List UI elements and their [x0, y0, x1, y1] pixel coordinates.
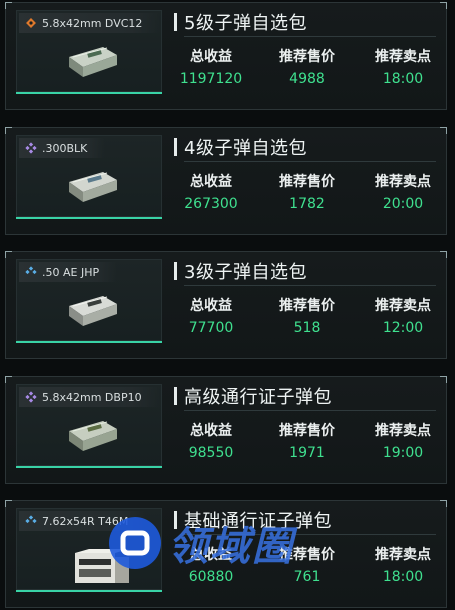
ammo-tag-label: .300BLK [42, 141, 88, 155]
stat-value: 12:00 [382, 320, 424, 336]
ammo-box-image [69, 296, 117, 326]
stat-label: 推荐售价 [279, 174, 335, 190]
pack-card[interactable]: 5.8x42mm DVC12 5级子弹自选包 总收益 1197120 推荐售价 … [5, 2, 447, 110]
pack-title: 3级子弹自选包 [184, 262, 307, 283]
title-divider [184, 410, 436, 411]
stat-recommended-price: 推荐售价 1782 [257, 172, 357, 214]
thumb-accent-line [16, 92, 162, 94]
title-divider [184, 161, 436, 162]
pack-title: 4级子弹自选包 [184, 138, 307, 159]
thumb-accent-line [16, 341, 162, 343]
ammo-box-image [69, 47, 117, 77]
item-thumbnail[interactable]: 7.62x54R T46M [16, 508, 162, 590]
ammo-tag: 5.8x42mm DBP10 [19, 387, 160, 407]
stat-value: 18:00 [382, 569, 424, 585]
stat-label: 推荐售价 [279, 547, 335, 563]
title-divider [184, 285, 436, 286]
stat-value: 19:00 [382, 445, 424, 461]
stat-total-revenue: 总收益 98550 [161, 421, 261, 463]
ammo-tag-label: 5.8x42mm DVC12 [42, 16, 143, 30]
stat-label: 推荐卖点 [375, 547, 431, 563]
ammo-box-image [69, 172, 117, 202]
stat-label: 推荐卖点 [375, 298, 431, 314]
stat-value: 20:00 [382, 196, 424, 212]
stat-value: 518 [293, 320, 321, 336]
stat-label: 推荐卖点 [375, 423, 431, 439]
ammo-tag: 7.62x54R T46M [19, 511, 147, 531]
thumb-accent-line [16, 466, 162, 468]
stat-recommended-time: 推荐卖点 18:00 [353, 47, 453, 89]
stat-value: 1971 [289, 445, 325, 461]
ammo-tag-label: 5.8x42mm DBP10 [42, 390, 142, 404]
stat-label: 总收益 [190, 49, 232, 65]
thumb-accent-line [16, 590, 162, 592]
thumb-accent-line [16, 217, 162, 219]
purple-diamond-icon [25, 142, 37, 154]
stat-total-revenue: 总收益 77700 [161, 296, 261, 338]
title-bar-marker [174, 262, 177, 280]
stat-recommended-time: 推荐卖点 12:00 [353, 296, 453, 338]
stat-value: 267300 [184, 196, 238, 212]
ammo-box-image [69, 421, 117, 451]
stat-recommended-time: 推荐卖点 20:00 [353, 172, 453, 214]
pack-title: 基础通行证子弹包 [184, 511, 332, 532]
purple-diamond-icon [25, 391, 37, 403]
title-bar-marker [174, 387, 177, 405]
stat-label: 总收益 [190, 423, 232, 439]
stat-recommended-price: 推荐售价 761 [257, 545, 357, 587]
pack-card[interactable]: .50 AE JHP 3级子弹自选包 总收益 77700 推荐售价 518 推荐… [5, 251, 447, 359]
ammo-crate-image [75, 549, 129, 583]
pack-card[interactable]: 7.62x54R T46M 基础通行证子弹包 总收益 60880 推荐售价 76… [5, 500, 447, 608]
stat-value: 1782 [289, 196, 325, 212]
blue-diamond-icon [25, 266, 37, 275]
item-thumbnail[interactable]: .300BLK [16, 135, 162, 217]
stat-label: 推荐卖点 [375, 49, 431, 65]
pack-card[interactable]: 5.8x42mm DBP10 高级通行证子弹包 总收益 98550 推荐售价 1… [5, 376, 447, 484]
ammo-tag: .300BLK [19, 138, 106, 158]
orange-diamond-icon [26, 18, 36, 28]
stat-recommended-price: 推荐售价 518 [257, 296, 357, 338]
stat-value: 761 [293, 569, 321, 585]
blue-diamond-icon [25, 515, 37, 524]
title-divider [184, 534, 436, 535]
pack-card[interactable]: .300BLK 4级子弹自选包 总收益 267300 推荐售价 1782 推荐卖… [5, 127, 447, 235]
ammo-tag: .50 AE JHP [19, 262, 118, 282]
item-thumbnail[interactable]: .50 AE JHP [16, 259, 162, 341]
ammo-tag-label: 7.62x54R T46M [42, 514, 129, 528]
stat-value: 1197120 [179, 71, 243, 87]
stat-label: 推荐售价 [279, 298, 335, 314]
stat-value: 98550 [188, 445, 234, 461]
stat-label: 推荐售价 [279, 49, 335, 65]
stat-label: 推荐卖点 [375, 174, 431, 190]
ammo-tag: 5.8x42mm DVC12 [19, 13, 161, 33]
stat-recommended-time: 推荐卖点 19:00 [353, 421, 453, 463]
title-bar-marker [174, 138, 177, 156]
stat-value: 18:00 [382, 71, 424, 87]
item-thumbnail[interactable]: 5.8x42mm DVC12 [16, 10, 162, 92]
ammo-tag-label: .50 AE JHP [42, 265, 100, 279]
stat-value: 77700 [188, 320, 234, 336]
stat-recommended-time: 推荐卖点 18:00 [353, 545, 453, 587]
stat-label: 总收益 [190, 298, 232, 314]
stat-total-revenue: 总收益 60880 [161, 545, 261, 587]
stat-total-revenue: 总收益 1197120 [161, 47, 261, 89]
title-bar-marker [174, 13, 177, 31]
stat-recommended-price: 推荐售价 1971 [257, 421, 357, 463]
stat-label: 总收益 [190, 547, 232, 563]
title-divider [184, 36, 436, 37]
stat-value: 4988 [289, 71, 325, 87]
stat-value: 60880 [188, 569, 234, 585]
title-bar-marker [174, 511, 177, 529]
pack-title: 高级通行证子弹包 [184, 387, 332, 408]
stat-recommended-price: 推荐售价 4988 [257, 47, 357, 89]
item-thumbnail[interactable]: 5.8x42mm DBP10 [16, 384, 162, 466]
stat-total-revenue: 总收益 267300 [161, 172, 261, 214]
stat-label: 推荐售价 [279, 423, 335, 439]
pack-title: 5级子弹自选包 [184, 13, 307, 34]
stat-label: 总收益 [190, 174, 232, 190]
